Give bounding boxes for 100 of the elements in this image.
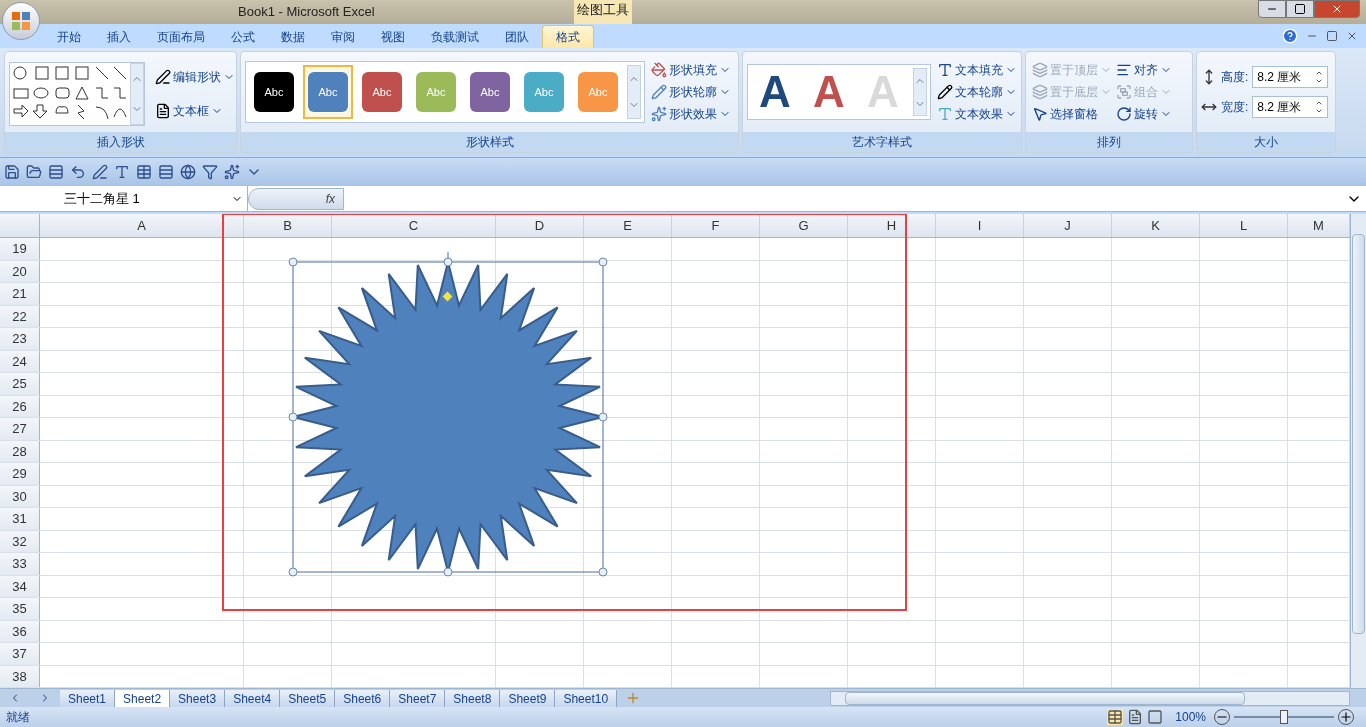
column-header[interactable]: F (672, 214, 760, 237)
vertical-scrollbar[interactable] (1350, 214, 1366, 688)
scroll-thumb[interactable] (1352, 234, 1365, 634)
column-header[interactable]: L (1200, 214, 1288, 237)
ribbon-command[interactable]: 旋转 (1114, 103, 1174, 125)
sheet-tab[interactable]: Sheet7 (390, 689, 446, 707)
ribbon-command[interactable]: 文本框 (153, 100, 237, 122)
size-input[interactable]: 8.2 厘米 (1252, 66, 1329, 88)
filter-icon[interactable] (202, 164, 218, 180)
ribbon-command[interactable]: 文本效果 (935, 103, 1019, 125)
column-header[interactable]: D (496, 214, 584, 237)
page-break-preview-icon[interactable] (1147, 709, 1164, 725)
page-layout-icon[interactable] (1127, 709, 1144, 725)
zoom-slider[interactable] (1234, 710, 1334, 724)
sheet-tab[interactable]: Sheet4 (225, 689, 281, 707)
normal-view-icon[interactable] (1107, 709, 1124, 725)
sheet-tab[interactable]: Sheet8 (445, 689, 501, 707)
row-header[interactable]: 37 (0, 643, 40, 665)
row-header[interactable]: 33 (0, 553, 40, 575)
ribbon-command[interactable]: 文本轮廓 (935, 81, 1019, 103)
sheet-tab[interactable]: Sheet10 (555, 689, 618, 707)
restore-icon[interactable] (1326, 30, 1338, 42)
row-header[interactable]: 28 (0, 440, 40, 462)
rows-icon[interactable] (48, 164, 64, 180)
office-button[interactable] (2, 2, 40, 40)
shape-gallery-drawing[interactable] (10, 63, 130, 125)
letter-icon[interactable] (114, 164, 130, 180)
ribbon-command[interactable]: 选择窗格 (1030, 103, 1114, 125)
ribbon-command[interactable]: 文本填充 (935, 59, 1019, 81)
column-header[interactable]: H (848, 214, 936, 237)
column-header[interactable]: B (244, 214, 332, 237)
sheet-tab[interactable]: Sheet6 (335, 689, 391, 707)
ribbon-tab[interactable]: 格式 (542, 25, 594, 48)
open-folder-icon[interactable] (26, 164, 42, 180)
ribbon-command[interactable]: 形状效果 (649, 103, 733, 125)
row-header[interactable]: 24 (0, 350, 40, 372)
horizontal-scrollbar[interactable] (830, 690, 1350, 706)
row-header[interactable]: 20 (0, 260, 40, 282)
restore-button[interactable] (1286, 0, 1314, 18)
ribbon-tab[interactable]: 负载测试 (418, 25, 492, 48)
shape-style-option[interactable]: Abc (303, 65, 353, 119)
sparkles-icon[interactable] (224, 164, 240, 180)
row-header[interactable]: 36 (0, 620, 40, 642)
column-header[interactable]: I (936, 214, 1024, 237)
star-shape[interactable] (288, 252, 608, 577)
ribbon-tab[interactable]: 团队 (492, 25, 542, 48)
spinner-icon[interactable] (1315, 99, 1324, 115)
sheet-tab[interactable]: Sheet2 (115, 689, 171, 707)
sheet-tab[interactable]: Sheet3 (170, 689, 226, 707)
row-header[interactable]: 38 (0, 665, 40, 687)
row-header[interactable]: 29 (0, 463, 40, 485)
ribbon-tab[interactable]: 页面布局 (144, 25, 218, 48)
row-header[interactable]: 23 (0, 328, 40, 350)
formula-button[interactable]: fx (248, 187, 344, 210)
row-header[interactable]: 31 (0, 508, 40, 530)
column-header[interactable]: C (332, 214, 496, 237)
row-header[interactable]: 27 (0, 418, 40, 440)
scroll-thumb[interactable] (845, 691, 1245, 705)
table-icon[interactable] (136, 164, 152, 180)
close-icon[interactable] (1346, 30, 1358, 42)
ribbon-tab[interactable]: 审阅 (318, 25, 368, 48)
wordart-style-option[interactable]: A (805, 68, 853, 116)
ribbon-tab[interactable]: 插入 (94, 25, 144, 48)
spinner-icon[interactable] (1315, 69, 1324, 85)
ribbon-command[interactable]: 形状填充 (649, 59, 733, 81)
row-header[interactable]: 19 (0, 238, 40, 260)
row-header[interactable]: 26 (0, 395, 40, 417)
shape-style-option[interactable]: Abc (465, 65, 515, 119)
row-header[interactable]: 22 (0, 305, 40, 327)
name-box[interactable]: 三十二角星 1 (0, 186, 248, 211)
globe-icon[interactable] (180, 164, 196, 180)
ribbon-tab[interactable]: 公式 (218, 25, 268, 48)
ribbon-tab[interactable]: 视图 (368, 25, 418, 48)
zoom-level[interactable]: 100% (1175, 708, 1206, 726)
help-icon[interactable] (1282, 28, 1298, 44)
size-input[interactable]: 8.2 厘米 (1252, 96, 1329, 118)
zoom-slider-thumb[interactable] (1280, 710, 1288, 724)
ribbon-tab[interactable]: 数据 (268, 25, 318, 48)
row-header[interactable]: 35 (0, 598, 40, 620)
shape-style-option[interactable]: Abc (357, 65, 407, 119)
column-header[interactable]: A (40, 214, 244, 237)
column-header[interactable]: E (584, 214, 672, 237)
ribbon-command[interactable]: 编辑形状 (153, 66, 237, 88)
sheet-tab[interactable]: Sheet1 (60, 689, 116, 707)
wordart-style-option[interactable]: A (751, 68, 799, 116)
ribbon-command[interactable]: 形状轮廓 (649, 81, 733, 103)
undo-icon[interactable] (70, 164, 86, 180)
sheet-tab[interactable]: Sheet9 (500, 689, 556, 707)
row-header[interactable]: 32 (0, 530, 40, 552)
row-header[interactable]: 34 (0, 575, 40, 597)
column-header[interactable]: G (760, 214, 848, 237)
minimize-button[interactable] (1258, 0, 1286, 18)
rows-icon[interactable] (158, 164, 174, 180)
save-icon[interactable] (4, 164, 20, 180)
zoom-in-icon[interactable] (1338, 709, 1354, 725)
shape-style-option[interactable]: Abc (249, 65, 299, 119)
ribbon-tab[interactable]: 开始 (44, 25, 94, 48)
column-header[interactable]: J (1024, 214, 1112, 237)
ribbon-command[interactable]: 对齐 (1114, 59, 1174, 81)
pen-icon[interactable] (92, 164, 108, 180)
